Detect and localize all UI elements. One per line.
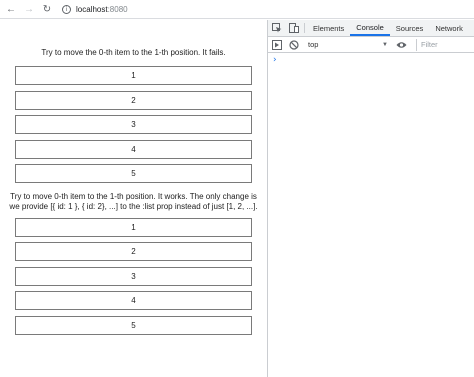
url-host: localhost — [76, 4, 108, 14]
device-toolbar-button[interactable] — [285, 20, 302, 36]
console-prompt[interactable]: › — [268, 53, 474, 67]
list-item[interactable]: 5 — [15, 164, 252, 183]
browser-toolbar: ← → ↻ i localhost:8080 — [0, 0, 474, 19]
devtools-tabbar: Elements Console Sources Network — [268, 20, 474, 37]
device-icon — [288, 23, 299, 33]
heading-second-line-2: we provide [{ id: 1 }, { id: 2}, ...] to… — [9, 202, 258, 211]
devtools-panel: Elements Console Sources Network top ▼ F… — [267, 20, 474, 377]
back-arrow-icon: ← — [6, 3, 16, 15]
list-item[interactable]: 3 — [15, 115, 252, 134]
tab-sources[interactable]: Sources — [390, 20, 430, 36]
info-icon[interactable]: i — [62, 4, 71, 14]
sidebar-play-icon — [271, 39, 282, 50]
reload-button[interactable]: ↻ — [40, 2, 54, 16]
context-value: top — [308, 40, 319, 49]
list-item[interactable]: 1 — [15, 66, 252, 85]
list-item[interactable]: 5 — [15, 316, 252, 335]
forward-arrow-icon: → — [24, 3, 34, 15]
block-icon — [288, 39, 299, 50]
dropdown-arrow-icon: ▼ — [382, 41, 388, 48]
context-select[interactable]: top ▼ — [304, 40, 388, 49]
tab-elements[interactable]: Elements — [307, 20, 350, 36]
heading-second-line-1: Try to move 0-th item to the 1-th positi… — [10, 192, 257, 201]
reload-icon: ↻ — [42, 3, 52, 15]
list-item[interactable]: 2 — [15, 91, 252, 110]
divider — [304, 23, 305, 33]
tab-console[interactable]: Console — [350, 20, 390, 36]
list-item[interactable]: 4 — [15, 140, 252, 159]
back-button[interactable]: ← — [4, 2, 18, 16]
list-item[interactable]: 3 — [15, 267, 252, 286]
eye-icon — [396, 41, 407, 48]
inspect-icon — [271, 23, 281, 33]
list-item[interactable]: 1 — [15, 218, 252, 237]
forward-button[interactable]: → — [22, 2, 36, 16]
list-item[interactable]: 4 — [15, 291, 252, 310]
heading-second-list: Try to move 0-th item to the 1-th positi… — [6, 192, 261, 212]
live-expression-button[interactable] — [393, 41, 410, 49]
console-toolbar: top ▼ Filter — [268, 37, 474, 53]
filter-input[interactable]: Filter — [416, 38, 463, 51]
clear-console-button[interactable] — [285, 39, 302, 50]
tab-network[interactable]: Network — [429, 20, 469, 36]
list-item[interactable]: 2 — [15, 242, 252, 261]
url-port: :8080 — [107, 4, 128, 14]
sidebar-toggle-button[interactable] — [268, 39, 285, 50]
heading-first-list: Try to move the 0-th item to the 1-th po… — [41, 48, 226, 57]
inspect-element-button[interactable] — [268, 20, 285, 36]
address-bar[interactable]: i localhost:8080 — [62, 4, 128, 14]
page-viewport: Try to move the 0-th item to the 1-th po… — [0, 20, 267, 377]
